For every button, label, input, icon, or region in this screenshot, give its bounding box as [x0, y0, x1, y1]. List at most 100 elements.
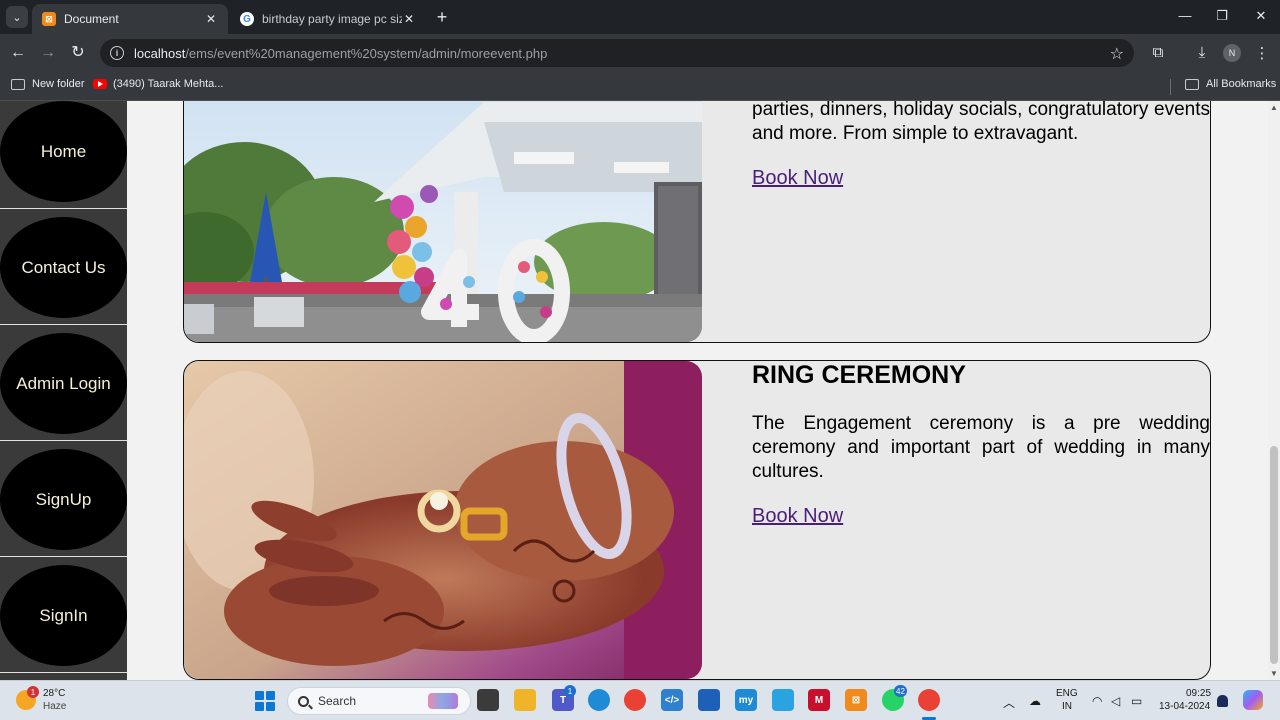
sidebar-nav: Home Contact Us Admin Login SignUp SignI… — [0, 101, 127, 680]
maximize-icon[interactable]: ❐ — [1213, 8, 1231, 24]
notification-bell-icon[interactable] — [1217, 695, 1228, 707]
download-icon[interactable]: ⤓ — [1192, 44, 1212, 61]
event-description: parties, dinners, holiday socials, congr… — [752, 101, 1210, 144]
close-icon[interactable]: ✕ — [402, 12, 416, 26]
xampp-taskbar-icon[interactable]: ⊠ — [845, 689, 867, 711]
bookmark-youtube[interactable]: (3490) Taarak Mehta... — [93, 78, 223, 90]
search-label: Search — [318, 694, 357, 708]
event-title: RING CEREMONY — [752, 361, 966, 389]
url-host: localhost — [134, 45, 186, 61]
browser-tab-bar: ⌄ ⊠ Document ✕ G birthday party image pc… — [0, 0, 1280, 34]
weather-badge: 1 — [27, 686, 39, 698]
tab-google-search[interactable]: G birthday party image pc size - G ✕ — [230, 4, 426, 34]
book-now-link[interactable]: Book Now — [752, 167, 843, 190]
birthday-party-photo-art — [184, 101, 702, 342]
sidebar-item-label[interactable]: Home — [0, 101, 127, 202]
language-indicator[interactable]: ENG — [1056, 688, 1078, 699]
close-icon[interactable]: ✕ — [204, 12, 218, 26]
search-icon — [298, 695, 309, 707]
windows-taskbar: 1 28°C Haze Search T 1 </> my M ⊠ 42 ︿ ☁… — [0, 680, 1280, 720]
ring-ceremony-photo-art — [184, 361, 702, 679]
bookmark-divider — [1170, 79, 1171, 95]
event-text: parties, dinners, holiday socials, congr… — [752, 101, 1210, 190]
all-bookmarks[interactable]: All Bookmarks — [1185, 78, 1276, 90]
sidebar-item-label[interactable]: SignIn — [0, 565, 127, 666]
forward-arrow-icon[interactable]: → — [38, 43, 58, 63]
scrollbar-thumb[interactable] — [1270, 446, 1278, 664]
ring-ceremony-photo — [184, 361, 702, 679]
sidebar-item-signup[interactable]: SignUp — [0, 441, 127, 557]
chrome-icon[interactable] — [624, 689, 646, 711]
tab-document[interactable]: ⊠ Document ✕ — [32, 4, 228, 34]
folder-icon — [1185, 78, 1199, 90]
url-path: /ems/event%20management%20system/admin/m… — [185, 45, 548, 61]
python-icon[interactable] — [772, 689, 794, 711]
bookmark-new-folder[interactable]: New folder — [11, 78, 85, 90]
scroll-up-arrow-icon[interactable]: ▲ — [1270, 103, 1278, 112]
event-text: RING CEREMONY The Engagement ceremony is… — [752, 361, 1210, 528]
page-scrollbar[interactable]: ▲ ▼ — [1268, 101, 1280, 680]
window-close-icon[interactable]: ✕ — [1252, 8, 1270, 24]
more-menu-icon[interactable]: ⋮ — [1252, 44, 1272, 62]
profile-avatar[interactable]: N — [1223, 44, 1241, 62]
page-viewport: Home Contact Us Admin Login SignUp SignI… — [0, 101, 1280, 680]
battery-icon[interactable]: ▭ — [1131, 694, 1142, 708]
sidebar-item-admin-login[interactable]: Admin Login — [0, 325, 127, 441]
cloud-sync-icon[interactable]: ☁ — [1029, 694, 1041, 708]
bookmark-label: (3490) Taarak Mehta... — [113, 78, 224, 90]
wifi-icon[interactable]: ◠ — [1092, 694, 1102, 708]
extensions-icon[interactable]: ⧉ — [1148, 44, 1168, 61]
new-tab-button[interactable]: + — [432, 7, 452, 27]
teams-badge: 1 — [564, 685, 576, 697]
tab-title: Document — [64, 12, 119, 26]
weather-description[interactable]: Haze — [43, 701, 66, 712]
file-explorer-icon[interactable] — [514, 689, 536, 711]
event-card: parties, dinners, holiday socials, congr… — [183, 101, 1211, 343]
windows-start-icon[interactable] — [255, 691, 275, 711]
copilot-icon[interactable] — [1243, 690, 1263, 710]
sidebar-item-label[interactable]: Contact Us — [0, 217, 127, 318]
bookmark-label: New folder — [32, 78, 85, 90]
chrome-profile-icon[interactable] — [918, 689, 940, 711]
clock-time[interactable]: 09:25 — [1186, 688, 1211, 699]
xampp-icon: ⊠ — [42, 12, 56, 26]
taskbar-search[interactable]: Search — [287, 687, 471, 715]
site-info-icon[interactable]: i — [110, 46, 124, 60]
sidebar-item-label[interactable]: Admin Login — [0, 333, 127, 434]
mcafee-icon[interactable]: M — [808, 689, 830, 711]
book-now-link[interactable]: Book Now — [752, 505, 843, 528]
store-icon[interactable] — [698, 689, 720, 711]
tab-title: birthday party image pc size - G — [262, 12, 402, 26]
sidebar-item-signin[interactable]: SignIn — [0, 557, 127, 673]
edge-icon[interactable] — [588, 689, 610, 711]
mysql-icon[interactable]: my — [735, 689, 757, 711]
all-bookmarks-label: All Bookmarks — [1206, 78, 1277, 90]
sidebar-item-label[interactable]: SignUp — [0, 449, 127, 550]
sidebar-item-contact-us[interactable]: Contact Us — [0, 209, 127, 325]
bookmarks-bar: New folder (3490) Taarak Mehta... All Bo… — [0, 72, 1280, 101]
youtube-icon — [93, 79, 107, 89]
tab-search-button[interactable]: ⌄ — [6, 6, 28, 28]
clock-date[interactable]: 13-04-2024 — [1159, 701, 1210, 712]
tray-overflow-chevron-icon[interactable]: ︿ — [1003, 694, 1015, 711]
back-arrow-icon[interactable]: ← — [8, 43, 28, 63]
vscode-icon[interactable]: </> — [661, 689, 683, 711]
search-highlight-icon — [428, 693, 458, 709]
whatsapp-badge: 42 — [894, 685, 907, 697]
weather-temperature[interactable]: 28°C — [43, 688, 65, 699]
google-icon: G — [240, 12, 254, 26]
task-view-icon[interactable] — [477, 689, 499, 711]
birthday-party-photo — [184, 101, 702, 342]
folder-icon — [11, 78, 25, 90]
address-bar[interactable]: i localhost/ems/event%20management%20sys… — [100, 39, 1134, 67]
event-card: RING CEREMONY The Engagement ceremony is… — [183, 360, 1211, 680]
event-description: The Engagement ceremony is a pre wedding… — [752, 413, 1210, 482]
reload-icon[interactable]: ↻ — [68, 43, 88, 63]
region-indicator[interactable]: IN — [1062, 701, 1072, 712]
browser-toolbar: ← → ↻ i localhost/ems/event%20management… — [0, 34, 1280, 72]
volume-icon[interactable]: ◁ — [1111, 694, 1120, 708]
scroll-down-arrow-icon[interactable]: ▼ — [1270, 669, 1278, 678]
bookmark-star-icon[interactable]: ☆ — [1110, 44, 1124, 64]
minimize-icon[interactable]: — — [1176, 8, 1194, 23]
sidebar-item-home[interactable]: Home — [0, 101, 127, 209]
